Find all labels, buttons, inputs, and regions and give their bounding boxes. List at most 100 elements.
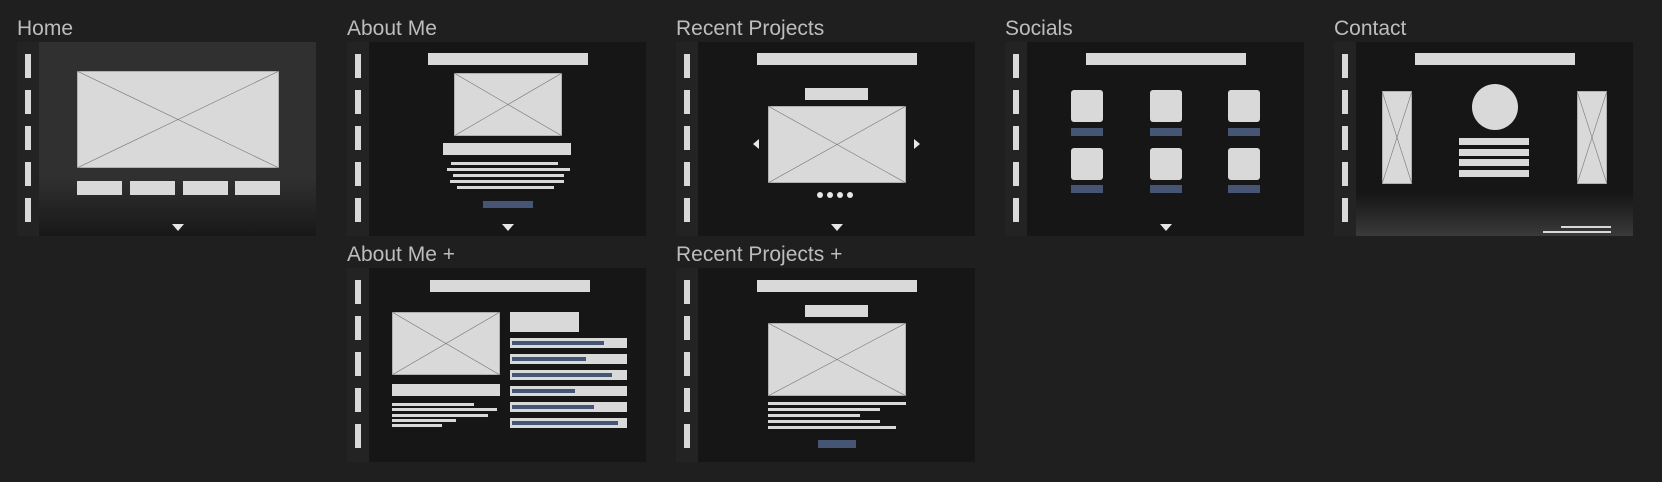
heading-bar	[1415, 53, 1575, 65]
chevron-right-icon[interactable]	[914, 139, 920, 149]
heading-bar	[757, 53, 917, 65]
chevron-left-icon[interactable]	[753, 139, 759, 149]
nav-bar	[684, 126, 690, 150]
contact-line	[1459, 138, 1529, 145]
frame-title-home[interactable]: Home	[17, 16, 73, 42]
sidebar-nav	[1334, 42, 1356, 236]
carousel-dot[interactable]	[817, 192, 823, 198]
nav-bar	[1013, 162, 1019, 186]
text-line	[451, 162, 558, 165]
carousel-dot[interactable]	[837, 192, 843, 198]
nav-bar	[684, 54, 690, 78]
frame-title-about-me-plus[interactable]: About Me +	[347, 242, 455, 268]
image-placeholder-icon	[768, 323, 906, 396]
text-line	[768, 402, 906, 405]
frame-title-socials[interactable]: Socials	[1005, 16, 1073, 42]
contact-line	[1459, 170, 1529, 177]
nav-bar	[684, 162, 690, 186]
nav-bar	[1013, 126, 1019, 150]
frame-title-recent-projects[interactable]: Recent Projects	[676, 16, 824, 42]
artboard-about-me[interactable]	[347, 42, 646, 236]
hero-button	[183, 181, 228, 195]
frame-title-about-me[interactable]: About Me	[347, 16, 437, 42]
nav-bar	[355, 280, 361, 304]
nav-bar	[684, 90, 690, 114]
social-label	[1150, 185, 1182, 193]
nav-bar	[1013, 198, 1019, 222]
nav-bar	[355, 54, 361, 78]
carousel-dot[interactable]	[847, 192, 853, 198]
subheading-bar	[443, 143, 571, 155]
text-line	[457, 186, 554, 189]
profile-image-placeholder	[454, 73, 562, 136]
hero-button	[130, 181, 175, 195]
skill-bar	[512, 421, 618, 425]
social-icon-tile	[1228, 148, 1260, 180]
sidebar-nav	[347, 42, 369, 236]
nav-bar	[1013, 90, 1019, 114]
heading-bar	[428, 53, 588, 65]
image-placeholder-icon	[77, 71, 279, 168]
nav-bar	[25, 162, 31, 186]
heading-bar	[430, 280, 590, 292]
about-image-placeholder	[392, 312, 500, 375]
image-placeholder-icon	[768, 106, 906, 183]
nav-bar	[25, 54, 31, 78]
text-line	[392, 408, 497, 411]
frame-title-recent-projects-plus[interactable]: Recent Projects +	[676, 242, 842, 268]
image-placeholder-icon	[1577, 91, 1607, 184]
footer-line	[1543, 231, 1611, 233]
sidebar-nav	[17, 42, 39, 236]
sidebar-nav	[676, 268, 698, 462]
project-title-bar	[805, 305, 868, 317]
image-placeholder-icon	[392, 312, 500, 375]
nav-bar	[355, 424, 361, 448]
nav-bar	[1342, 162, 1348, 186]
nav-bar	[684, 352, 690, 376]
social-icon-tile	[1150, 90, 1182, 122]
nav-bar	[1013, 54, 1019, 78]
text-line	[768, 420, 880, 423]
skill-bar	[512, 405, 594, 409]
artboard-socials[interactable]	[1005, 42, 1304, 236]
nav-bar	[25, 90, 31, 114]
nav-bar	[355, 388, 361, 412]
text-line	[768, 426, 896, 429]
skill-bar	[512, 373, 612, 377]
artboard-recent-projects[interactable]	[676, 42, 975, 236]
text-line	[450, 180, 564, 183]
text-line	[392, 424, 442, 427]
social-icon-tile	[1150, 148, 1182, 180]
carousel-dot[interactable]	[827, 192, 833, 198]
artboard-recent-projects-plus[interactable]	[676, 268, 975, 462]
nav-bar	[355, 162, 361, 186]
chevron-down-icon	[502, 224, 514, 231]
artboard-home[interactable]	[17, 42, 316, 236]
nav-bar	[355, 198, 361, 222]
skill-bar	[512, 389, 575, 393]
text-line	[768, 414, 860, 417]
heading-bar	[1086, 53, 1246, 65]
frame-title-contact[interactable]: Contact	[1334, 16, 1406, 42]
image-placeholder-icon	[1382, 91, 1412, 184]
nav-bar	[355, 90, 361, 114]
nav-bar	[1342, 198, 1348, 222]
text-line	[768, 408, 880, 411]
artboard-about-me-plus[interactable]	[347, 268, 646, 462]
project-image-placeholder	[768, 106, 906, 183]
accent-button	[483, 201, 533, 208]
sidebar-nav	[676, 42, 698, 236]
artboard-contact[interactable]	[1334, 42, 1633, 236]
nav-bar	[355, 316, 361, 340]
nav-bar	[1342, 90, 1348, 114]
social-label	[1228, 185, 1260, 193]
social-label	[1071, 185, 1103, 193]
nav-bar	[684, 316, 690, 340]
nav-bar	[355, 352, 361, 376]
skill-bar	[512, 357, 586, 361]
accent-button	[818, 440, 856, 448]
text-line	[392, 419, 456, 422]
text-line	[447, 168, 570, 171]
nav-bar	[684, 198, 690, 222]
sidebar-nav	[347, 268, 369, 462]
